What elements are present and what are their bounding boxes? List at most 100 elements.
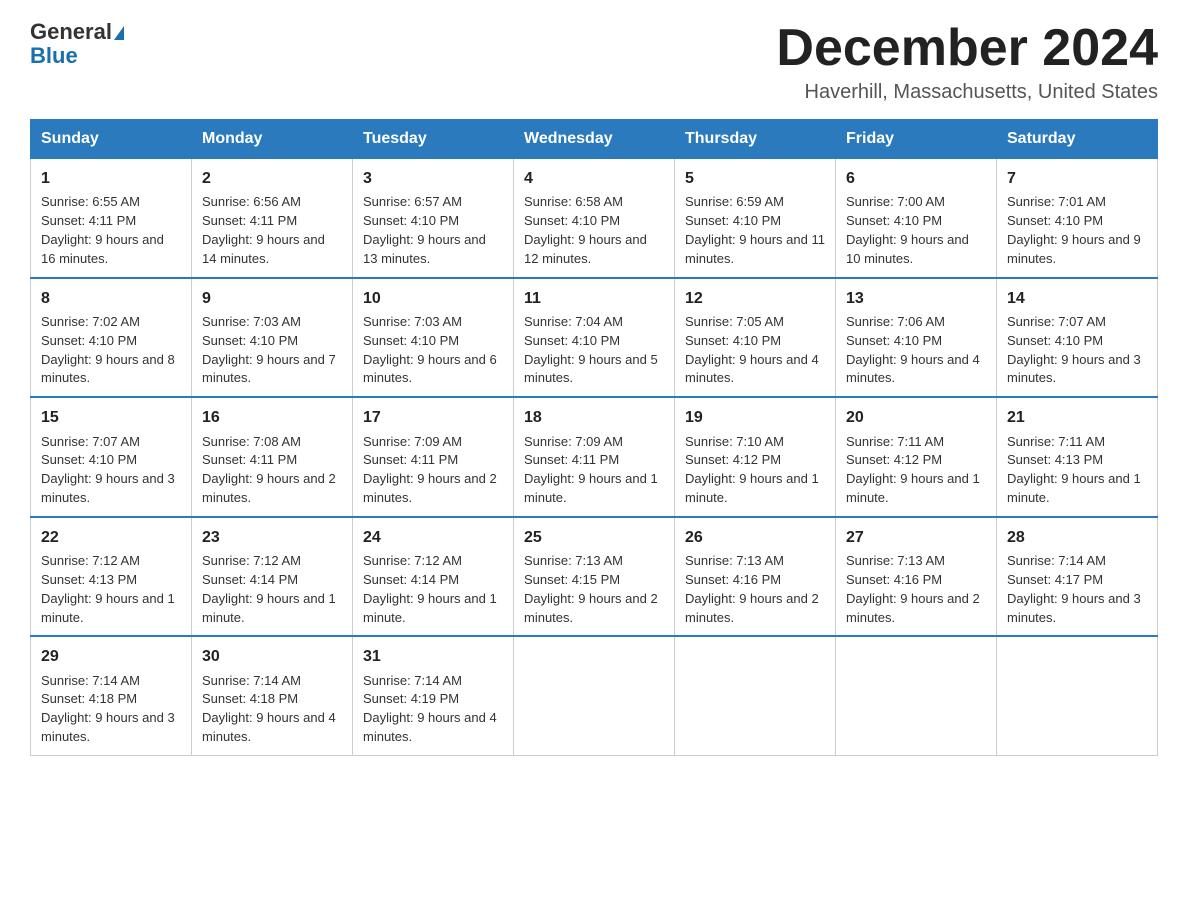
day-daylight: Daylight: 9 hours and 16 minutes.	[41, 232, 164, 266]
calendar-cell: 28 Sunrise: 7:14 AM Sunset: 4:17 PM Dayl…	[997, 517, 1158, 637]
calendar-cell: 31 Sunrise: 7:14 AM Sunset: 4:19 PM Dayl…	[353, 636, 514, 755]
calendar-cell: 20 Sunrise: 7:11 AM Sunset: 4:12 PM Dayl…	[836, 397, 997, 517]
day-sunrise: Sunrise: 7:03 AM	[202, 314, 301, 329]
day-number: 15	[41, 406, 181, 429]
day-sunset: Sunset: 4:10 PM	[1007, 333, 1103, 348]
day-number: 8	[41, 287, 181, 310]
day-daylight: Daylight: 9 hours and 8 minutes.	[41, 352, 175, 386]
day-number: 31	[363, 645, 503, 668]
day-number: 14	[1007, 287, 1147, 310]
day-sunset: Sunset: 4:10 PM	[846, 213, 942, 228]
calendar-cell: 3 Sunrise: 6:57 AM Sunset: 4:10 PM Dayli…	[353, 159, 514, 278]
day-sunrise: Sunrise: 7:01 AM	[1007, 194, 1106, 209]
day-number: 16	[202, 406, 342, 429]
day-sunset: Sunset: 4:16 PM	[685, 572, 781, 587]
day-daylight: Daylight: 9 hours and 3 minutes.	[41, 710, 175, 744]
day-number: 26	[685, 526, 825, 549]
day-number: 18	[524, 406, 664, 429]
day-sunrise: Sunrise: 7:12 AM	[41, 553, 140, 568]
calendar-cell: 16 Sunrise: 7:08 AM Sunset: 4:11 PM Dayl…	[192, 397, 353, 517]
day-number: 1	[41, 167, 181, 190]
day-sunrise: Sunrise: 7:14 AM	[202, 673, 301, 688]
day-sunrise: Sunrise: 7:07 AM	[1007, 314, 1106, 329]
week-row-5: 29 Sunrise: 7:14 AM Sunset: 4:18 PM Dayl…	[31, 636, 1158, 755]
day-sunrise: Sunrise: 7:14 AM	[41, 673, 140, 688]
day-sunrise: Sunrise: 6:58 AM	[524, 194, 623, 209]
day-number: 22	[41, 526, 181, 549]
day-sunrise: Sunrise: 6:56 AM	[202, 194, 301, 209]
day-sunset: Sunset: 4:17 PM	[1007, 572, 1103, 587]
day-daylight: Daylight: 9 hours and 2 minutes.	[685, 591, 819, 625]
day-sunrise: Sunrise: 7:12 AM	[363, 553, 462, 568]
day-sunset: Sunset: 4:15 PM	[524, 572, 620, 587]
day-daylight: Daylight: 9 hours and 5 minutes.	[524, 352, 658, 386]
calendar-cell: 29 Sunrise: 7:14 AM Sunset: 4:18 PM Dayl…	[31, 636, 192, 755]
day-sunset: Sunset: 4:10 PM	[685, 213, 781, 228]
day-daylight: Daylight: 9 hours and 3 minutes.	[1007, 591, 1141, 625]
day-number: 5	[685, 167, 825, 190]
logo-text: General Blue	[30, 20, 124, 68]
header-sunday: Sunday	[31, 120, 192, 159]
day-number: 27	[846, 526, 986, 549]
week-row-4: 22 Sunrise: 7:12 AM Sunset: 4:13 PM Dayl…	[31, 517, 1158, 637]
day-sunset: Sunset: 4:10 PM	[41, 452, 137, 467]
day-sunset: Sunset: 4:16 PM	[846, 572, 942, 587]
calendar-cell: 27 Sunrise: 7:13 AM Sunset: 4:16 PM Dayl…	[836, 517, 997, 637]
day-number: 2	[202, 167, 342, 190]
days-of-week-row: SundayMondayTuesdayWednesdayThursdayFrid…	[31, 120, 1158, 159]
day-daylight: Daylight: 9 hours and 9 minutes.	[1007, 232, 1141, 266]
day-sunrise: Sunrise: 7:08 AM	[202, 434, 301, 449]
calendar-cell: 14 Sunrise: 7:07 AM Sunset: 4:10 PM Dayl…	[997, 278, 1158, 398]
day-sunrise: Sunrise: 7:13 AM	[846, 553, 945, 568]
day-number: 21	[1007, 406, 1147, 429]
day-sunrise: Sunrise: 7:03 AM	[363, 314, 462, 329]
day-sunset: Sunset: 4:18 PM	[41, 691, 137, 706]
day-sunset: Sunset: 4:14 PM	[363, 572, 459, 587]
day-number: 30	[202, 645, 342, 668]
calendar-cell: 4 Sunrise: 6:58 AM Sunset: 4:10 PM Dayli…	[514, 159, 675, 278]
calendar-cell: 1 Sunrise: 6:55 AM Sunset: 4:11 PM Dayli…	[31, 159, 192, 278]
month-title: December 2024	[776, 20, 1158, 77]
page-header: General Blue December 2024 Haverhill, Ma…	[30, 20, 1158, 104]
day-daylight: Daylight: 9 hours and 1 minute.	[1007, 471, 1141, 505]
calendar-cell: 25 Sunrise: 7:13 AM Sunset: 4:15 PM Dayl…	[514, 517, 675, 637]
day-daylight: Daylight: 9 hours and 2 minutes.	[524, 591, 658, 625]
calendar-table: SundayMondayTuesdayWednesdayThursdayFrid…	[30, 119, 1158, 756]
day-sunrise: Sunrise: 7:14 AM	[363, 673, 462, 688]
day-daylight: Daylight: 9 hours and 2 minutes.	[202, 471, 336, 505]
day-number: 25	[524, 526, 664, 549]
day-sunset: Sunset: 4:11 PM	[202, 452, 297, 467]
day-number: 24	[363, 526, 503, 549]
day-daylight: Daylight: 9 hours and 6 minutes.	[363, 352, 497, 386]
calendar-cell: 23 Sunrise: 7:12 AM Sunset: 4:14 PM Dayl…	[192, 517, 353, 637]
day-daylight: Daylight: 9 hours and 2 minutes.	[846, 591, 980, 625]
day-sunset: Sunset: 4:10 PM	[524, 213, 620, 228]
day-number: 3	[363, 167, 503, 190]
logo-blue: Blue	[30, 43, 78, 68]
day-sunset: Sunset: 4:12 PM	[685, 452, 781, 467]
day-number: 7	[1007, 167, 1147, 190]
logo-general: General	[30, 19, 112, 44]
calendar-cell: 6 Sunrise: 7:00 AM Sunset: 4:10 PM Dayli…	[836, 159, 997, 278]
calendar-cell: 2 Sunrise: 6:56 AM Sunset: 4:11 PM Dayli…	[192, 159, 353, 278]
day-sunset: Sunset: 4:18 PM	[202, 691, 298, 706]
day-daylight: Daylight: 9 hours and 4 minutes.	[202, 710, 336, 744]
calendar-cell	[997, 636, 1158, 755]
day-sunset: Sunset: 4:10 PM	[846, 333, 942, 348]
day-sunset: Sunset: 4:14 PM	[202, 572, 298, 587]
day-sunrise: Sunrise: 7:09 AM	[524, 434, 623, 449]
day-sunset: Sunset: 4:10 PM	[1007, 213, 1103, 228]
day-sunrise: Sunrise: 7:13 AM	[685, 553, 784, 568]
calendar-cell: 9 Sunrise: 7:03 AM Sunset: 4:10 PM Dayli…	[192, 278, 353, 398]
day-sunrise: Sunrise: 7:06 AM	[846, 314, 945, 329]
day-sunset: Sunset: 4:10 PM	[202, 333, 298, 348]
day-sunset: Sunset: 4:10 PM	[524, 333, 620, 348]
day-daylight: Daylight: 9 hours and 13 minutes.	[363, 232, 486, 266]
day-sunrise: Sunrise: 7:00 AM	[846, 194, 945, 209]
location-subtitle: Haverhill, Massachusetts, United States	[776, 81, 1158, 104]
day-number: 11	[524, 287, 664, 310]
day-sunrise: Sunrise: 7:04 AM	[524, 314, 623, 329]
day-daylight: Daylight: 9 hours and 1 minute.	[524, 471, 658, 505]
day-sunset: Sunset: 4:10 PM	[685, 333, 781, 348]
header-tuesday: Tuesday	[353, 120, 514, 159]
